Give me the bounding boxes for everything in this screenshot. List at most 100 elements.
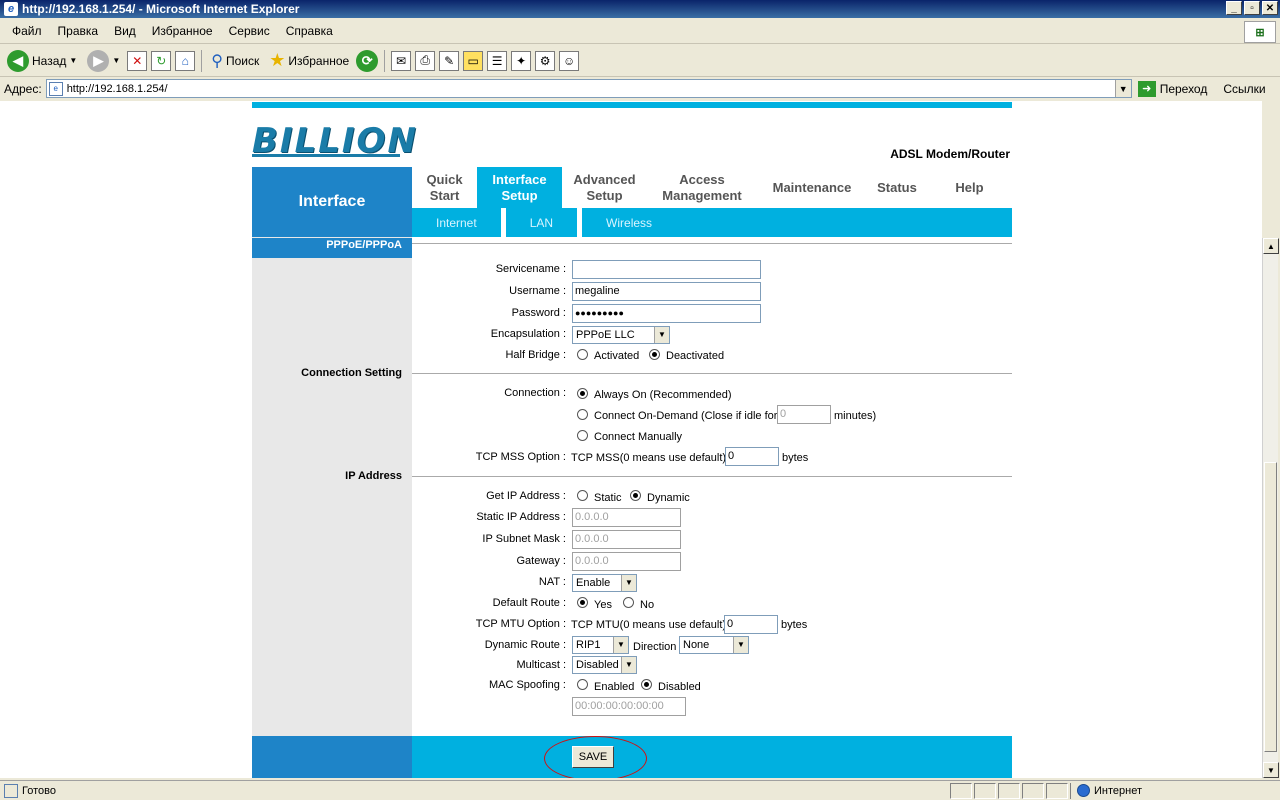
tab-access-management[interactable]: Access Management [647, 167, 757, 208]
status-bar: Готово Интернет [0, 780, 1280, 800]
nat-select[interactable]: Enable ▼ [572, 574, 637, 592]
tab-quick-start[interactable]: Quick Start [412, 167, 477, 208]
toolbar: ◀ Назад ▼ ▶ ▼ ✕ ↻ ⌂ ⚲ Поиск ★ Избранное … [0, 45, 1280, 77]
idle-minutes-unit: minutes) [834, 410, 877, 422]
tcp-mss-unit: bytes [782, 452, 809, 464]
chevron-down-icon[interactable]: ▼ [1114, 80, 1131, 97]
menu-view[interactable]: Вид [106, 24, 144, 38]
menu-tools[interactable]: Сервис [221, 24, 278, 38]
default-route-no-radio[interactable] [623, 597, 634, 608]
default-route-label: Default Route : [492, 597, 566, 609]
address-url: http://192.168.1.254/ [66, 82, 168, 95]
mac-address-input[interactable]: 00:00:00:00:00:00 [572, 697, 686, 716]
subtab-lan[interactable]: LAN [506, 208, 583, 237]
scroll-down-icon[interactable]: ▼ [1263, 762, 1279, 778]
tcp-mss-input[interactable]: 0 [725, 447, 779, 466]
search-button[interactable]: ⚲ Поиск [208, 49, 262, 73]
forward-button[interactable]: ▶ ▼ [84, 48, 123, 74]
favorites-button[interactable]: ★ Избранное [266, 48, 352, 73]
maximize-button[interactable]: ▫ [1244, 1, 1260, 15]
tab-label: Access Management [662, 171, 742, 203]
menu-file[interactable]: Файл [4, 24, 50, 38]
links-button[interactable]: Ссылки [1223, 82, 1265, 96]
mac-spoofing-enabled-radio[interactable] [577, 679, 588, 690]
nat-label: NAT : [538, 576, 566, 588]
get-ip-dynamic-radio[interactable] [630, 490, 641, 501]
mail-icon[interactable]: ✉ [391, 50, 412, 71]
direction-value: None [683, 639, 710, 651]
half-bridge-activated-radio[interactable] [577, 349, 588, 360]
subtab-wireless[interactable]: Wireless [582, 208, 676, 237]
mac-spoofing-disabled-radio[interactable] [641, 679, 652, 690]
note-icon[interactable]: ▭ [463, 50, 484, 71]
servicename-input[interactable] [572, 260, 761, 279]
nat-value: Enable [576, 577, 611, 589]
always-on-radio[interactable] [577, 388, 588, 399]
address-input[interactable]: e http://192.168.1.254/ ▼ [45, 79, 1132, 98]
stop-icon[interactable]: ✕ [127, 50, 148, 71]
encapsulation-select[interactable]: PPPoE LLC ▼ [572, 326, 670, 344]
research-icon[interactable]: ✦ [511, 50, 532, 71]
tab-maintenance[interactable]: Maintenance [757, 167, 867, 208]
direction-select[interactable]: None ▼ [679, 636, 749, 654]
menu-help[interactable]: Справка [278, 24, 341, 38]
users-icon[interactable]: ☺ [559, 50, 580, 71]
go-button[interactable]: ➜ Переход [1137, 80, 1207, 97]
half-bridge-label: Half Bridge : [505, 349, 566, 361]
password-input[interactable]: ●●●●●●●●● [572, 304, 761, 323]
on-demand-radio[interactable] [577, 409, 588, 420]
vertical-scrollbar[interactable]: ▲ ▼ [1262, 238, 1279, 778]
divider [412, 476, 1012, 477]
status-cell [998, 782, 1020, 799]
tab-label: Advanced Setup [573, 171, 636, 203]
dynamic-route-select[interactable]: RIP1 ▼ [572, 636, 629, 654]
back-button[interactable]: ◀ Назад ▼ [4, 48, 80, 74]
multicast-select[interactable]: Disabled ▼ [572, 656, 637, 674]
window-titlebar: e http://192.168.1.254/ - Microsoft Inte… [0, 0, 1280, 18]
window-title: http://192.168.1.254/ - Microsoft Intern… [22, 2, 300, 16]
history-icon[interactable]: ⟳ [356, 49, 379, 72]
home-icon[interactable]: ⌂ [175, 50, 196, 71]
tab-advanced-setup[interactable]: Advanced Setup [562, 167, 647, 208]
servicename-label: Servicename : [495, 263, 566, 275]
half-bridge-deactivated-radio[interactable] [649, 349, 660, 360]
refresh-icon[interactable]: ↻ [151, 50, 172, 71]
edit-icon[interactable]: ✎ [439, 50, 460, 71]
tab-label: Maintenance [772, 179, 852, 195]
tab-help[interactable]: Help [927, 167, 1012, 208]
print-icon[interactable]: ⎙ [415, 50, 436, 71]
subtab-internet[interactable]: Internet [412, 208, 506, 237]
default-route-yes-radio[interactable] [577, 597, 588, 608]
dynamic-route-value: RIP1 [576, 639, 601, 651]
idle-minutes-input[interactable]: 0 [777, 405, 831, 424]
tab-status[interactable]: Status [867, 167, 927, 208]
gateway-label: Gateway : [516, 555, 566, 567]
get-ip-static-label: Static [594, 492, 622, 504]
menu-edit[interactable]: Правка [50, 24, 107, 38]
static-ip-input[interactable]: 0.0.0.0 [572, 508, 681, 527]
username-label: Username : [509, 285, 566, 297]
subnet-input[interactable]: 0.0.0.0 [572, 530, 681, 549]
tab-interface-setup[interactable]: Interface Setup [477, 167, 562, 208]
page-icon: e [48, 81, 63, 96]
close-button[interactable]: ✕ [1262, 1, 1278, 15]
minimize-button[interactable]: _ [1226, 1, 1242, 15]
get-ip-static-radio[interactable] [577, 490, 588, 501]
menu-favorites[interactable]: Избранное [144, 24, 221, 38]
go-arrow-icon: ➜ [1137, 80, 1156, 97]
connect-manually-radio[interactable] [577, 430, 588, 441]
tools-icon[interactable]: ⚙ [535, 50, 556, 71]
tcp-mtu-input[interactable]: 0 [724, 615, 778, 634]
username-input[interactable]: megaline [572, 282, 761, 301]
scrollbar-thumb[interactable] [1264, 462, 1277, 752]
tab-label: Status [877, 179, 917, 195]
ie-icon: e [4, 2, 18, 16]
footer-left [252, 736, 412, 778]
connect-manually-label: Connect Manually [594, 431, 683, 443]
scroll-up-icon[interactable]: ▲ [1263, 238, 1279, 254]
gateway-input[interactable]: 0.0.0.0 [572, 552, 681, 571]
on-demand-label: Connect On-Demand (Close if idle for [594, 410, 778, 422]
messenger-icon[interactable]: ☰ [487, 50, 508, 71]
direction-label: Direction [633, 641, 677, 653]
main-tabs: Quick Start Interface Setup Advanced Set… [412, 167, 1012, 208]
